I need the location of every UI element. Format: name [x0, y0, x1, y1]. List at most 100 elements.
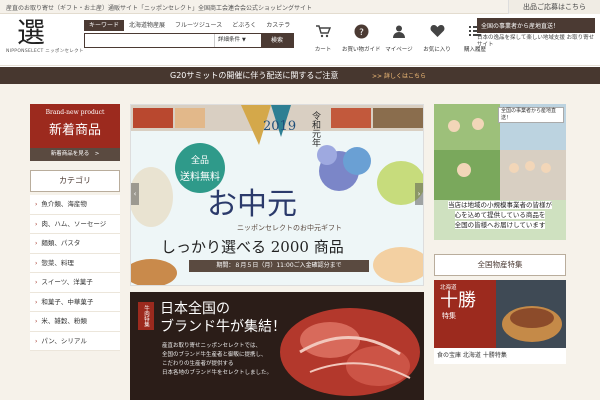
direct-delivery-banner[interactable]: 全国の事業者から産地直送！: [477, 18, 595, 33]
search-tab-castella[interactable]: カステラ: [261, 20, 295, 31]
search-tab-juice[interactable]: フルーツジュース: [170, 20, 227, 31]
hero-year: 2019: [263, 119, 297, 134]
new-products-banner[interactable]: Brand-new product 新着商品: [30, 104, 120, 148]
ochugen-hero-banner[interactable]: ‹ › 2019 令和元年 全品 送料無料 お中元 ニッポンセレクトのお中元ギフ…: [130, 104, 424, 286]
category-heading: カテゴリ: [30, 170, 120, 192]
guide-label: お買い物ガイド: [342, 47, 381, 53]
carousel-next-button[interactable]: ›: [415, 183, 423, 205]
hero-era: 令和元年: [310, 111, 320, 147]
search-tab-keyword[interactable]: キーワード: [84, 20, 125, 31]
seller-apply-link[interactable]: 出品ご応募はこちら: [508, 0, 600, 14]
category-item-grains[interactable]: › 米、雑穀、粉類: [30, 312, 120, 332]
beef-line: 産直お取り寄せニッポンセレクトでは、: [162, 343, 262, 349]
main-content: Brand-new product 新着商品 新着商品を見る > カテゴリ › 魚…: [0, 84, 600, 400]
site-tagline: 産直のお取り寄せ（ギフト・お土産）通販サイト「ニッポンセレクト」全国商工会連合会…: [6, 5, 313, 12]
beef-line: 全国のブランド牛生産者と御販に提携し、: [162, 352, 267, 358]
heart-icon: [418, 18, 456, 44]
hero-subtitle: ニッポンセレクトのお中元ギフト: [237, 224, 342, 232]
regional-feature-heading: 全国物産特集: [434, 254, 566, 276]
hero-period: 期間：８月５日（月）11:00ご入金確認分まで: [189, 260, 369, 272]
tokachi-feature: 特集: [442, 312, 456, 320]
mypage-link[interactable]: マイページ: [380, 18, 418, 53]
beef-feature-banner[interactable]: 牛肉特集 日本全国の ブランド牛が集結！ 産直お取り寄せニッポンセレクトでは、 …: [130, 292, 424, 400]
search-tab-hokkaido[interactable]: 北海道物産展: [124, 20, 170, 31]
mypage-label: マイページ: [385, 47, 413, 53]
logo-text: NIPPONSELECT ニッポンセレクト: [6, 49, 84, 54]
new-products-link[interactable]: 新着商品を見る >: [30, 148, 120, 161]
arrow-right-icon: ›: [35, 298, 38, 306]
header-icons: カート ? お買い物ガイド マイページ お気に入り 購入履歴: [304, 18, 494, 53]
hero-copy: しっかり選べる 2000 商品: [161, 238, 344, 256]
notice-more-link[interactable]: >> 詳しくはこちら: [372, 71, 426, 80]
top-strip: 産直のお取り寄せ（ギフト・お土産）通販サイト「ニッポンセレクト」全国商工会連合会…: [0, 0, 600, 14]
beef-description: 産直お取り寄せニッポンセレクトでは、 全国のブランド牛生産者と御販に提携し、 こ…: [162, 342, 272, 378]
category-item-bread[interactable]: › パン、シリアル: [30, 332, 120, 351]
category-label: 惣菜、料理: [41, 258, 74, 267]
arrow-right-icon: ›: [35, 318, 38, 325]
arrow-right-icon: ›: [35, 240, 38, 247]
caption-line: 当店は地域の小規模事業者の皆様が: [448, 201, 552, 209]
beef-line: こだわりの生産者が提供する: [162, 361, 234, 367]
hero-title: お中元: [207, 187, 297, 222]
arrow-right-icon: ›: [35, 337, 38, 345]
search-button[interactable]: 検索: [261, 34, 293, 47]
category-item-meat[interactable]: › 肉、ハム、ソーセージ: [30, 215, 120, 234]
beef-tag: 牛肉特集: [138, 302, 154, 330]
caption-line: 心を込めて提供している商品を: [454, 211, 546, 219]
new-products-title: 新着商品: [48, 123, 101, 138]
cart-label: カート: [314, 47, 332, 53]
left-sidebar: Brand-new product 新着商品 新着商品を見る > カテゴリ › 魚…: [30, 104, 120, 351]
beef-image: [280, 308, 420, 396]
carousel-prev-button[interactable]: ‹: [131, 183, 139, 205]
category-item-wagashi[interactable]: › 和菓子、中華菓子: [30, 293, 120, 312]
chevron-down-icon: ▼: [242, 37, 246, 43]
notice-bar: G20サミットの開催に伴う配送に関するご注意 >> 詳しくはこちら: [0, 67, 600, 84]
category-item-sweets[interactable]: › スイーツ、洋菓子: [30, 273, 120, 293]
producers-caption: 当店は地域の小規模事業者の皆様が 心を込めて提供している商品を 全国の皆様へお届…: [434, 200, 566, 230]
category-item-seafood[interactable]: › 魚介類、海産物: [30, 195, 120, 215]
new-products-en: Brand-new product: [45, 109, 105, 116]
tokachi-label-box: 北海道 十勝 特集: [434, 280, 496, 348]
category-item-noodles[interactable]: › 麺類、パスタ: [30, 234, 120, 254]
site-description: 日本の逸品を探して楽しい地域支援 お取り寄せサイト: [477, 35, 595, 48]
detail-conditions-label: 詳細条件: [218, 37, 241, 43]
category-label: 米、雑穀、粉類: [41, 317, 87, 325]
search-tab-doburoku[interactable]: どぶろく: [227, 20, 261, 31]
category-label: 肉、ハム、ソーセージ: [41, 219, 107, 228]
cart-link[interactable]: カート: [304, 18, 342, 53]
logo-mark: 選: [16, 16, 45, 49]
cart-icon: [304, 18, 342, 44]
header: 選 NIPPONSELECT ニッポンセレクト キーワード 北海道物産展 フルー…: [0, 14, 600, 66]
local-producers-banner[interactable]: 全国の事業者から産地直送！ 当店は地域の小規模事業者の皆様が 心を込めて提供して…: [434, 104, 566, 240]
tokachi-caption: 食の宝庫 北海道 十勝特集: [434, 348, 566, 364]
caption-line: 全国の皆様へお届けしています: [454, 221, 546, 229]
badge-line-1: 全品: [190, 156, 209, 166]
guide-link[interactable]: ? お買い物ガイド: [342, 18, 381, 53]
arrow-right-icon: ›: [35, 279, 38, 286]
beef-line: 日本各地のブランド牛をセレクトしました。: [162, 370, 273, 376]
tokachi-food-image: [496, 280, 566, 348]
favorites-label: お気に入り: [423, 47, 451, 53]
beef-title-2: ブランド牛が集結！: [160, 319, 286, 335]
search-area: キーワード 北海道物産展 フルーツジュース どぶろく カステラ 詳細条件 ▼ 検索: [84, 20, 294, 60]
site-logo[interactable]: 選 NIPPONSELECT ニッポンセレクト: [6, 16, 84, 62]
tokachi-feature-card[interactable]: 北海道 十勝 特集 食の宝庫 北海道 十勝特集: [434, 280, 566, 364]
search-bar: 詳細条件 ▼ 検索: [84, 33, 294, 48]
detail-conditions-select[interactable]: 詳細条件 ▼: [214, 34, 261, 47]
category-label: パン、シリアル: [41, 336, 87, 345]
header-promo: 全国の事業者から産地直送！ 日本の逸品を探して楽しい地域支援 お取り寄せサイト: [477, 18, 595, 49]
right-sidebar: 全国の事業者から産地直送！ 当店は地域の小規模事業者の皆様が 心を込めて提供して…: [434, 104, 566, 364]
category-label: 和菓子、中華菓子: [41, 297, 94, 306]
arrow-right-icon: ›: [35, 220, 38, 228]
notice-message[interactable]: G20サミットの開催に伴う配送に関するご注意: [170, 70, 338, 81]
search-input[interactable]: [85, 34, 214, 47]
search-tabs: キーワード 北海道物産展 フルーツジュース どぶろく カステラ: [84, 20, 294, 31]
category-item-deli[interactable]: › 惣菜、料理: [30, 254, 120, 273]
help-icon: ?: [342, 18, 380, 44]
tokachi-title: 十勝: [440, 290, 476, 311]
category-list: › 魚介類、海産物 › 肉、ハム、ソーセージ › 麺類、パスタ › 惣菜、料理 › スイー…: [30, 195, 120, 351]
category-label: 魚介類、海産物: [41, 200, 87, 208]
favorites-link[interactable]: お気に入り: [418, 18, 456, 53]
arrow-right-icon: ›: [35, 201, 38, 208]
producers-banner-text: 全国の事業者から産地直送！: [498, 107, 564, 123]
